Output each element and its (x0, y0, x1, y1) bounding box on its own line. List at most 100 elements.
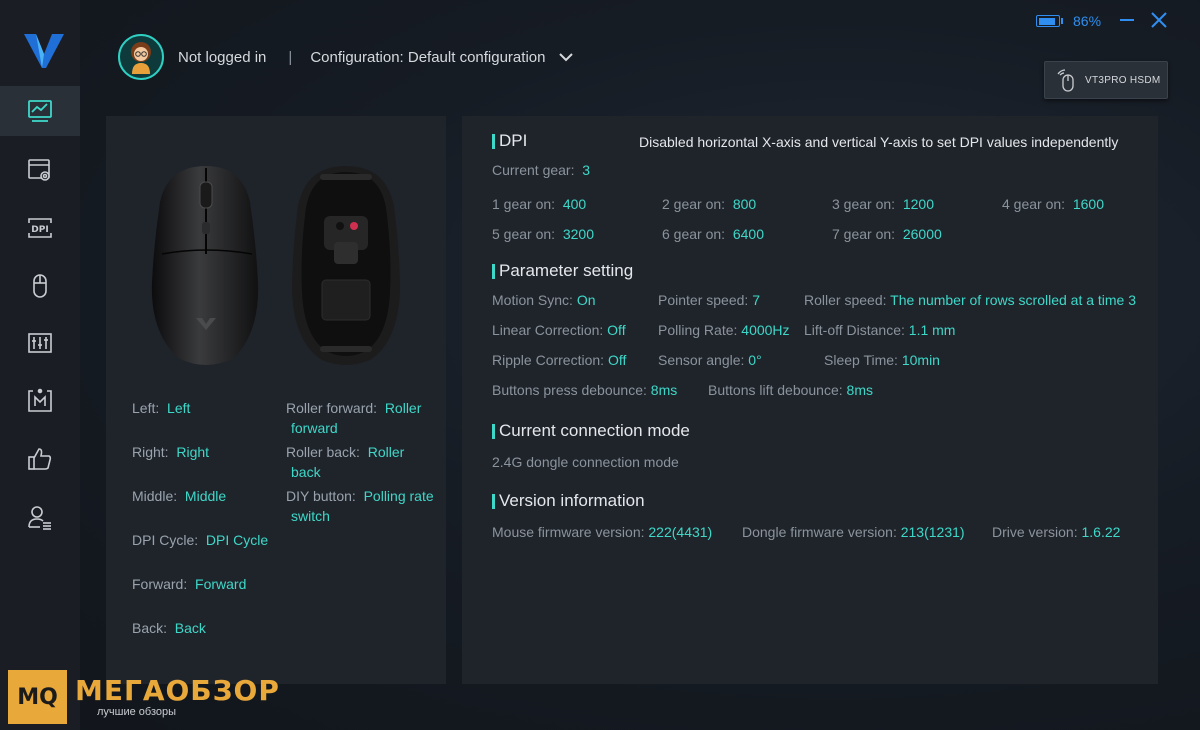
param-sensor-angle: Sensor angle: 0° (658, 352, 762, 368)
current-gear-label: Current gear: (492, 162, 575, 178)
device-selector-button[interactable]: VT3PRO HSDM (1044, 61, 1168, 99)
param-ripple-correction: Ripple Correction: Off (492, 352, 626, 368)
mapping-dpi-cycle-value: DPI Cycle (205, 532, 269, 548)
configuration-label: Configuration: Default configuration (310, 48, 546, 66)
mapping-middle[interactable]: Middle: Middle (132, 486, 226, 506)
info-panel: DPI Disabled horizontal X-axis and verti… (462, 116, 1158, 684)
dpi-gear-value: 3200 (562, 226, 594, 242)
mouse-top-image (151, 166, 259, 365)
mapping-back[interactable]: Back: Back (132, 618, 206, 638)
dpi-section-title: DPI (492, 131, 527, 151)
param-value: 0° (748, 352, 762, 368)
param-label: Sleep Time: (824, 352, 898, 368)
sidebar-item-window[interactable] (0, 145, 80, 195)
battery-icon (1036, 15, 1060, 27)
dongle-firmware-version: Dongle firmware version: 213(1231) (742, 524, 965, 540)
sidebar: DPI (0, 0, 80, 730)
button-mapping-panel: Left: Left Right: Right Middle: Middle D… (106, 116, 446, 684)
dpi-gear: 3 gear on: 1200 (832, 196, 934, 212)
login-status[interactable]: Not logged in (178, 49, 266, 66)
user-bar: Not logged in | Configuration: Default c… (118, 34, 574, 80)
mapping-dpi-cycle[interactable]: DPI Cycle: DPI Cycle (132, 530, 268, 550)
mapping-right[interactable]: Right: Right (132, 442, 209, 462)
mouse-firmware-version: Mouse firmware version: 222(4431) (492, 524, 712, 540)
configuration-dropdown[interactable]: Configuration: Default configuration (310, 48, 574, 66)
sidebar-item-sliders[interactable] (0, 318, 80, 368)
param-label: Buttons lift debounce: (708, 382, 843, 398)
param-value: 7 (752, 292, 760, 308)
dpi-gear-label: 2 gear on: (662, 196, 726, 212)
param-label: Sensor angle: (658, 352, 745, 368)
watermark: MQ МЕГАОБЗОР лучшие обзоры (8, 670, 280, 724)
version-label: Mouse firmware version: (492, 524, 645, 540)
param-value: 1.1 mm (908, 322, 956, 338)
param-value: Off (607, 322, 626, 338)
watermark-logo: MQ (8, 670, 67, 724)
mapping-forward-label: Forward: (132, 576, 188, 592)
param-label: Roller speed: (804, 292, 887, 308)
user-list-icon (28, 506, 51, 530)
brand-logo (24, 34, 64, 68)
mapping-roller-back[interactable]: Roller back: Roller back (286, 442, 404, 482)
param-lift-debounce: Buttons lift debounce: 8ms (708, 382, 873, 398)
param-lift-off: Lift-off Distance: 1.1 mm (804, 322, 955, 338)
sidebar-item-account[interactable] (0, 492, 80, 542)
battery-fill (1038, 17, 1055, 25)
param-value: 10min (901, 352, 940, 368)
dpi-gear-value: 800 (732, 196, 757, 212)
battery-percent: 86% (1073, 13, 1102, 29)
mapping-left[interactable]: Left: Left (132, 398, 190, 418)
user-avatar-icon (131, 42, 151, 74)
dpi-gear-label: 1 gear on: (492, 196, 556, 212)
dpi-gear-label: 3 gear on: (832, 196, 896, 212)
performance-chart-icon (28, 100, 52, 122)
mapping-roller-forward-value: Roller (384, 400, 422, 416)
mapping-roller-forward[interactable]: Roller forward: Roller forward (286, 398, 421, 438)
dpi-gear-value: 26000 (902, 226, 942, 242)
sidebar-item-performance[interactable] (0, 86, 80, 136)
avatar[interactable] (118, 34, 164, 80)
dpi-gear: 7 gear on: 26000 (832, 226, 942, 242)
mapping-diy-button-value-2: switch (291, 508, 330, 524)
param-label: Buttons press debounce: (492, 382, 647, 398)
mapping-diy-button[interactable]: DIY button: Polling rate switch (286, 486, 434, 526)
param-label: Polling Rate: (658, 322, 738, 338)
dpi-gear-value: 1600 (1072, 196, 1104, 212)
dpi-gear: 5 gear on: 3200 (492, 226, 594, 242)
param-value: 4000Hz (741, 322, 790, 338)
sidebar-item-macro[interactable] (0, 376, 80, 426)
param-linear-correction: Linear Correction: Off (492, 322, 626, 338)
version-title: Version information (499, 491, 645, 510)
watermark-text: МЕГАОБЗОР лучшие обзоры (75, 676, 280, 719)
minimize-icon[interactable] (1118, 11, 1136, 29)
dpi-note: Disabled horizontal X-axis and vertical … (639, 134, 1119, 150)
section-accent-bar (492, 263, 495, 279)
device-name: VT3PRO HSDM (1085, 74, 1161, 86)
param-sleep-time: Sleep Time: 10min (824, 352, 940, 368)
sidebar-item-dpi[interactable]: DPI (0, 203, 80, 253)
sidebar-item-rating[interactable] (0, 434, 80, 484)
mapping-left-label: Left: (132, 400, 160, 416)
close-icon[interactable] (1150, 11, 1168, 29)
mapping-forward[interactable]: Forward: Forward (132, 574, 246, 594)
mouse-icon (33, 274, 47, 298)
connection-section-title: Current connection mode (492, 421, 690, 441)
driver-version: Drive version: 1.6.22 (992, 524, 1120, 540)
dpi-gear: 2 gear on: 800 (662, 196, 756, 212)
dpi-gear: 1 gear on: 400 (492, 196, 586, 212)
sidebar-item-mouse[interactable] (0, 261, 80, 311)
mapping-back-label: Back: (132, 620, 168, 636)
mapping-roller-forward-label: Roller forward: (286, 400, 378, 416)
param-motion-sync: Motion Sync: On (492, 292, 596, 308)
mouse-bottom-image (292, 166, 400, 365)
battery-indicator: 86% (1036, 13, 1101, 29)
version-value: 1.6.22 (1081, 524, 1121, 540)
mapping-dpi-cycle-label: DPI Cycle: (132, 532, 199, 548)
dpi-gear: 6 gear on: 6400 (662, 226, 764, 242)
watermark-subtitle: лучшие обзоры (97, 706, 177, 718)
thumbs-up-icon (28, 448, 52, 470)
svg-text:DPI: DPI (31, 225, 48, 235)
param-value: Off (607, 352, 627, 368)
mapping-roller-back-value: Roller (367, 444, 405, 460)
dpi-gear-label: 4 gear on: (1002, 196, 1066, 212)
